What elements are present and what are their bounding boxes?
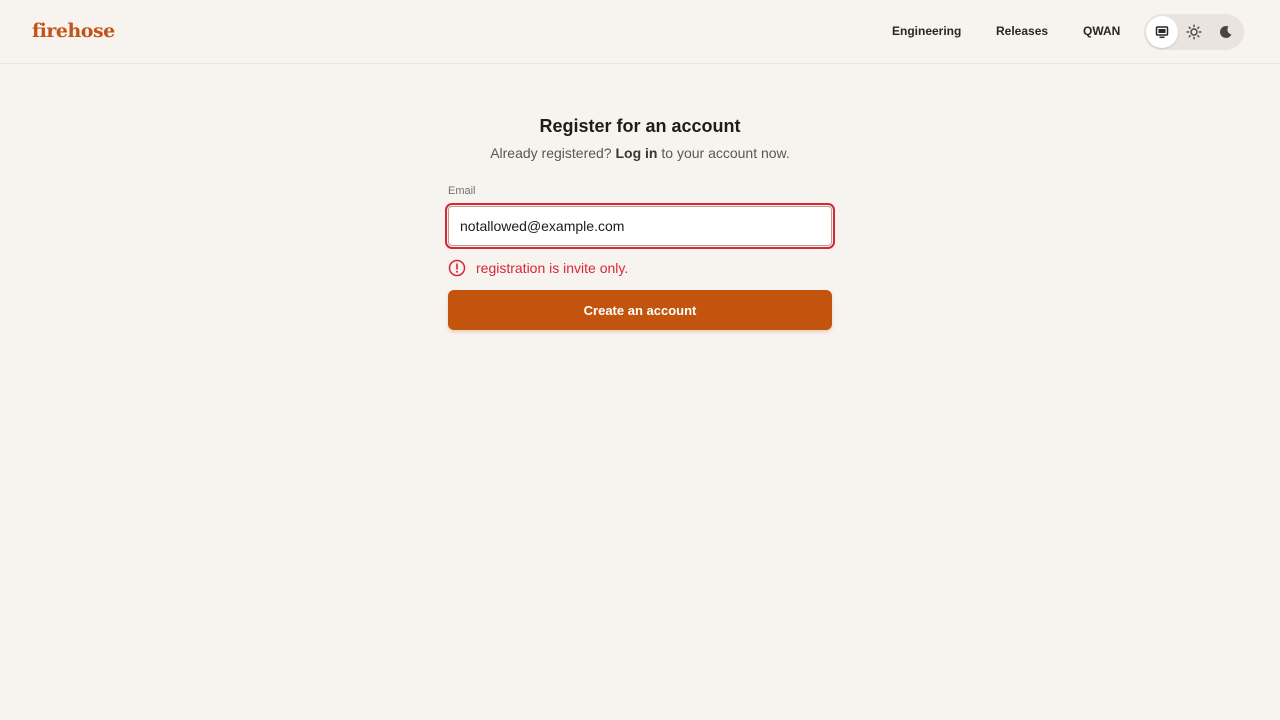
- nav-link-qwan[interactable]: QWAN: [1083, 24, 1120, 40]
- theme-dark-button[interactable]: [1210, 16, 1242, 48]
- theme-system-button[interactable]: [1146, 16, 1178, 48]
- site-logo[interactable]: firehose: [32, 20, 115, 42]
- login-link[interactable]: Log in: [615, 145, 657, 161]
- sun-icon: [1186, 24, 1202, 40]
- login-prompt: Already registered? Log in to your accou…: [0, 145, 1280, 161]
- email-label: Email: [448, 185, 476, 197]
- error-icon: [448, 259, 466, 277]
- theme-light-button[interactable]: [1178, 16, 1210, 48]
- site-header: firehose Engineering Releases QWAN: [0, 0, 1280, 64]
- monitor-icon: [1155, 26, 1169, 39]
- nav-link-releases[interactable]: Releases: [996, 24, 1048, 40]
- theme-switcher: [1144, 14, 1244, 50]
- login-prompt-suffix: to your account now.: [661, 145, 790, 161]
- email-error-message: registration is invite only.: [448, 259, 628, 277]
- login-prompt-prefix: Already registered?: [490, 145, 612, 161]
- nav-link-engineering[interactable]: Engineering: [892, 24, 961, 40]
- moon-icon: [1220, 25, 1232, 38]
- email-field-error-ring: [445, 203, 835, 249]
- page-title: Register for an account: [539, 116, 741, 136]
- email-field[interactable]: [448, 206, 832, 246]
- create-account-button[interactable]: Create an account: [448, 290, 832, 330]
- error-text: registration is invite only.: [476, 260, 629, 276]
